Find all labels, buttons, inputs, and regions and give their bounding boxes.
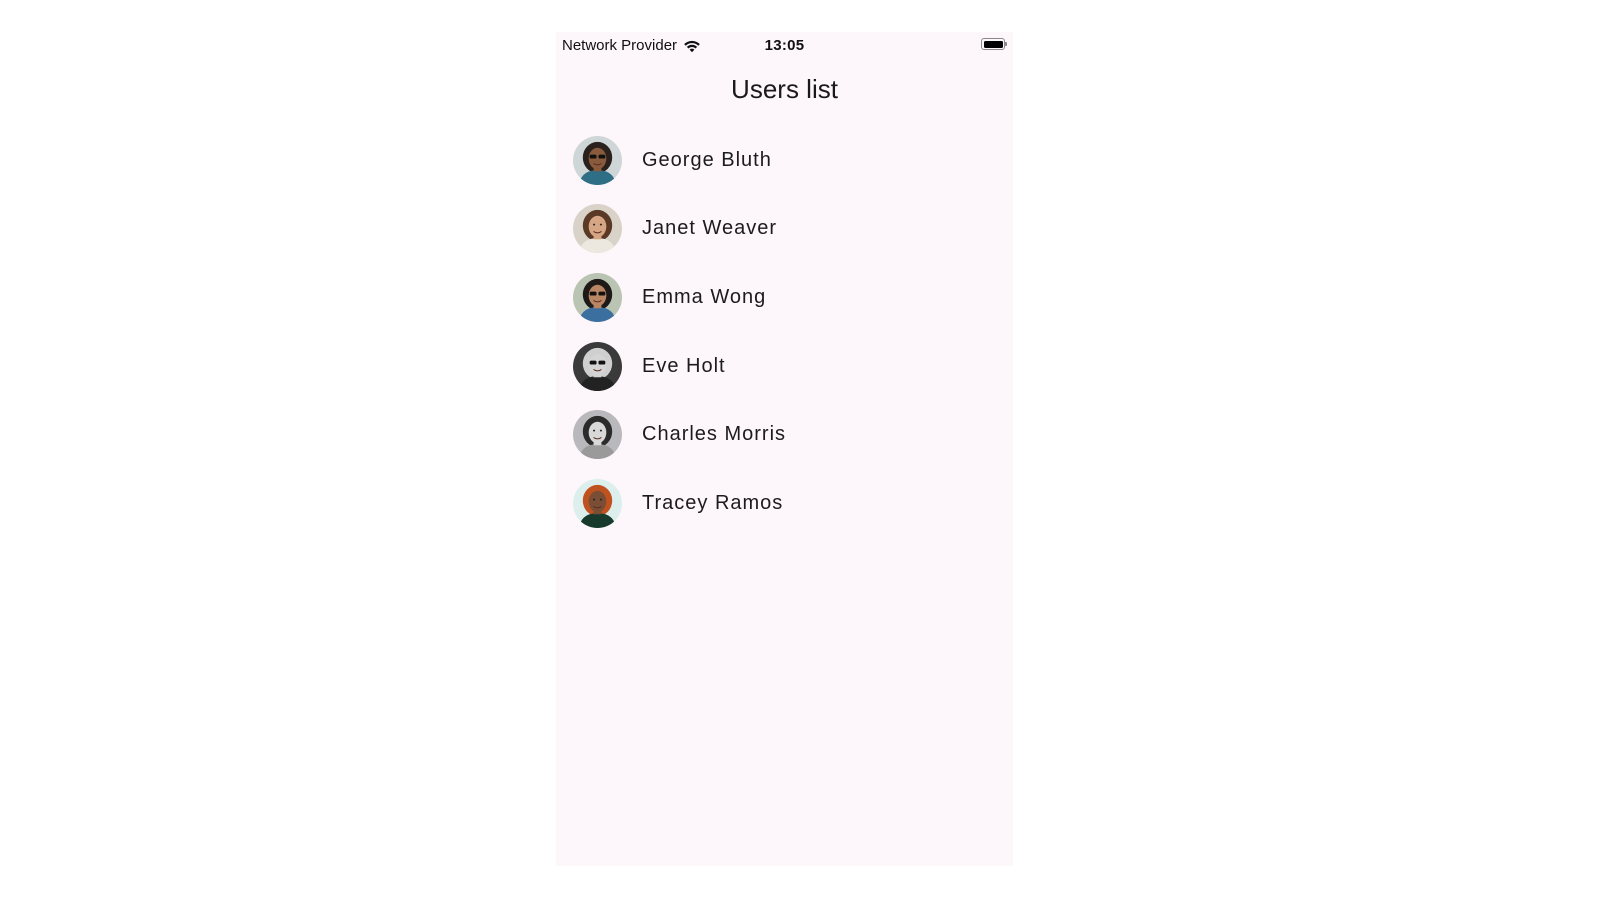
user-name: Charles Morris [642,423,787,446]
user-list-item[interactable]: George Bluth [556,126,1013,195]
avatar-face [588,284,607,307]
status-bar: Network Provider 13:05 [556,32,1013,58]
avatar-face [588,216,607,238]
user-name: Emma Wong [642,285,767,308]
user-list-item[interactable]: Charles Morris [556,400,1013,469]
user-name: Eve Holt [642,354,726,377]
avatar-face [588,421,607,444]
avatar-glasses-right [598,154,606,159]
avatar-glasses-right [598,360,606,365]
avatar [573,204,622,254]
avatar-eye-left [593,429,596,432]
user-list: George Bluth Janet Weaver Emma Wong Eve … [556,126,1013,538]
avatar [573,341,622,391]
user-list-item[interactable]: Tracey Ramos [556,469,1013,538]
status-time: 13:05 [764,37,805,54]
avatar [573,478,622,528]
user-name: Tracey Ramos [642,491,784,514]
avatar-glasses-left [589,360,597,365]
user-name: George Bluth [642,148,772,171]
avatar-eye-left [593,498,596,501]
battery-level-fill [983,40,1003,48]
avatar-eye-right [599,498,602,501]
avatar-glasses-left [589,291,597,296]
user-list-item[interactable]: Emma Wong [556,263,1013,332]
app-screen: Network Provider 13:05 Users list George… [556,32,1013,866]
avatar-face [588,353,607,375]
avatar-eye-right [599,429,602,432]
avatar-eye-right [599,223,602,226]
avatar-face [588,147,607,170]
user-name: Janet Weaver [642,217,778,240]
page-title: Users list [731,74,838,104]
avatar [573,135,622,185]
avatar-glasses-left [589,154,597,159]
avatar-eye-left [593,223,596,226]
avatar [573,272,622,322]
avatar-face [588,490,607,513]
avatar [573,410,622,460]
user-list-item[interactable]: Eve Holt [556,332,1013,401]
avatar-glasses-right [598,291,606,296]
user-list-item[interactable]: Janet Weaver [556,195,1013,264]
battery-full-icon [981,38,1007,50]
